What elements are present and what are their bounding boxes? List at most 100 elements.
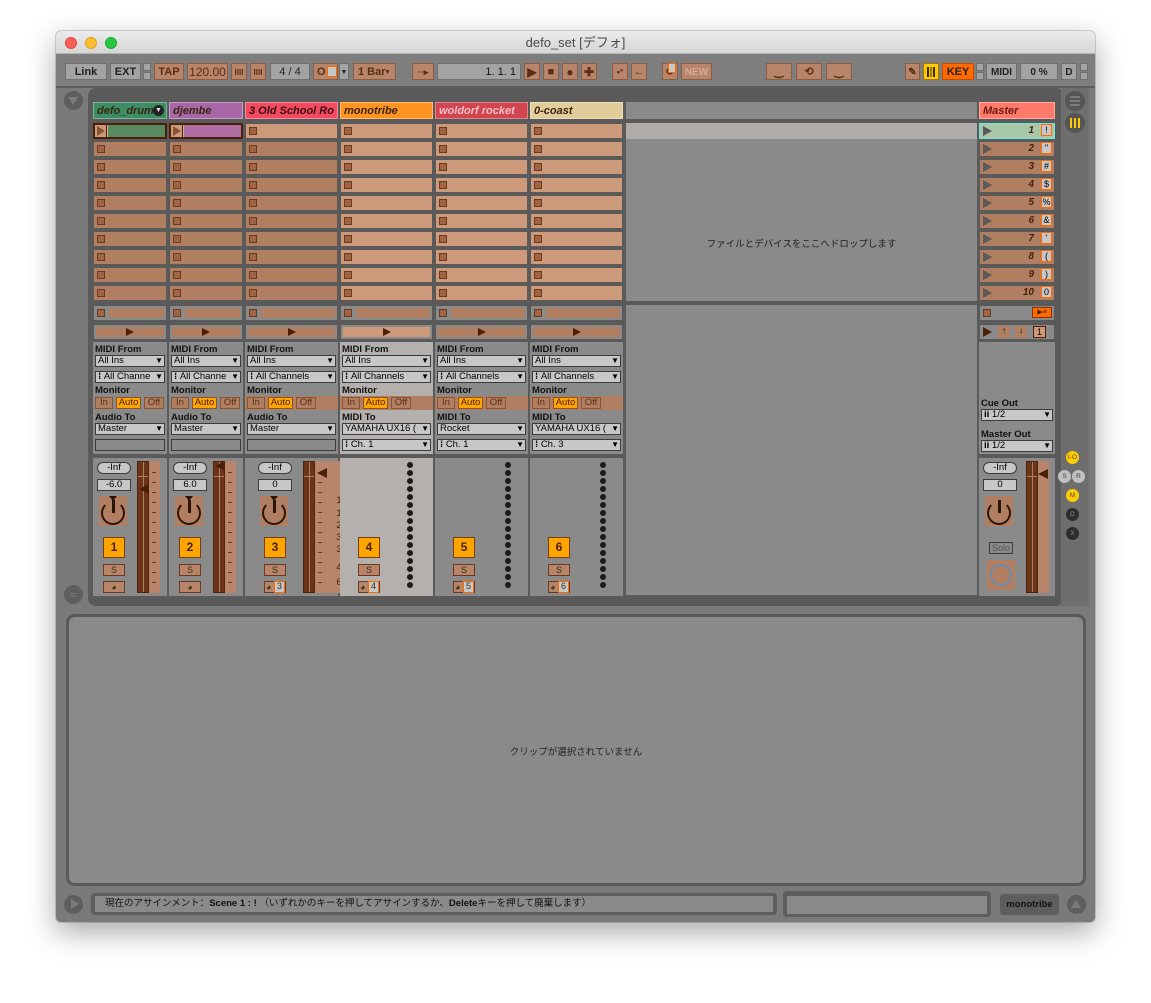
clip-slot[interactable]: [530, 267, 623, 283]
track-activator-button[interactable]: 6: [548, 537, 570, 558]
cue-volume-knob[interactable]: [987, 560, 1015, 590]
track-play-status[interactable]: [172, 327, 240, 337]
midi-from-dropdown[interactable]: All Ins ▼: [95, 355, 165, 367]
output-dropdown[interactable]: Rocket ▼: [437, 423, 526, 435]
clip-launch-button[interactable]: [95, 125, 107, 137]
master-out-dropdown[interactable]: ii 1/2 ▼: [981, 440, 1053, 452]
clip-slot[interactable]: [340, 177, 433, 193]
cue-out-dropdown[interactable]: ii 1/2 ▼: [981, 409, 1053, 421]
arm-button[interactable]: ◕: [179, 581, 201, 593]
scene-launch[interactable]: 4 $: [979, 177, 1055, 193]
clip-slot[interactable]: [93, 267, 167, 283]
scene-launch[interactable]: 10 0: [979, 285, 1055, 301]
output-channel-dropdown[interactable]: ⁞ Ch. 1 ▼: [342, 439, 431, 451]
track-activator-button[interactable]: 2: [179, 537, 201, 558]
clip-slot[interactable]: [530, 123, 623, 139]
clip-slot[interactable]: [245, 141, 338, 157]
clip-slot[interactable]: [530, 195, 623, 211]
pan-knob[interactable]: [260, 496, 288, 526]
monitor-in-button[interactable]: In: [437, 397, 455, 409]
monitor-auto-button[interactable]: Auto: [268, 397, 293, 409]
track-activator-button[interactable]: 5: [453, 537, 475, 558]
computer-midi-keyboard-button[interactable]: [923, 63, 939, 80]
scene-launch[interactable]: 7 ': [979, 231, 1055, 247]
clip-slot[interactable]: [530, 249, 623, 265]
scene-launch[interactable]: 9 ): [979, 267, 1055, 283]
arrangement-position-field[interactable]: 1. 1. 1: [437, 63, 521, 80]
clip-slot[interactable]: [93, 213, 167, 229]
nudge-up-button[interactable]: IIII: [250, 63, 266, 80]
clip-slot[interactable]: [435, 177, 528, 193]
clip-slot[interactable]: [169, 159, 243, 175]
clip-slot[interactable]: [530, 141, 623, 157]
solo-button[interactable]: S: [103, 564, 125, 576]
draw-mode-button[interactable]: ✎: [905, 63, 920, 80]
monitor-in-button[interactable]: In: [247, 397, 265, 409]
arrangement-view-button[interactable]: [1065, 91, 1085, 111]
monitor-in-button[interactable]: In: [532, 397, 550, 409]
quantization-menu[interactable]: 1 Bar ▼: [353, 63, 396, 80]
clip-slot[interactable]: [93, 159, 167, 175]
scene-launch[interactable]: 3 #: [979, 159, 1055, 175]
clip-slot[interactable]: [530, 213, 623, 229]
clip-slot[interactable]: [340, 195, 433, 211]
monitor-auto-button[interactable]: Auto: [553, 397, 578, 409]
clip-slot[interactable]: [530, 285, 623, 301]
solo-button[interactable]: S: [548, 564, 570, 576]
volume-readout[interactable]: -Inf: [173, 462, 207, 474]
clip-slot[interactable]: [245, 213, 338, 229]
volume-readout[interactable]: -Inf: [97, 462, 131, 474]
clip-slot[interactable]: [245, 177, 338, 193]
pan-knob[interactable]: [175, 496, 203, 526]
output-channel-dropdown[interactable]: ⁞ Ch. 1 ▼: [437, 439, 526, 451]
solo-cue-button[interactable]: Solo: [989, 542, 1013, 554]
pan-readout[interactable]: 0: [258, 479, 292, 491]
track-activator-button[interactable]: 4: [358, 537, 380, 558]
monitor-auto-button[interactable]: Auto: [363, 397, 388, 409]
follow-button[interactable]: ··▸: [412, 63, 434, 80]
midi-from-dropdown[interactable]: All Ins ▼: [342, 355, 431, 367]
track-play-status[interactable]: [343, 327, 430, 337]
volume-fader[interactable]: [149, 461, 160, 593]
new-clip-button[interactable]: NEW: [681, 63, 712, 80]
midi-from-dropdown[interactable]: All Ins ▼: [171, 355, 241, 367]
clip[interactable]: [169, 123, 243, 139]
monitor-in-button[interactable]: In: [342, 397, 360, 409]
arrow-down-icon[interactable]: ↓: [1015, 326, 1027, 338]
output-dropdown[interactable]: Master ▼: [95, 423, 165, 435]
clip-stop-button[interactable]: [173, 309, 181, 317]
zoom-window-button[interactable]: [105, 37, 117, 49]
scene-launch[interactable]: 1 !: [979, 123, 1055, 139]
key-assign-badge[interactable]: 1: [1033, 326, 1046, 338]
solo-button[interactable]: S: [358, 564, 380, 576]
midi-channel-dropdown[interactable]: ⁞ All Channe ▼: [95, 371, 165, 383]
monitor-auto-button[interactable]: Auto: [192, 397, 217, 409]
track-activator-button[interactable]: 3: [264, 537, 286, 558]
show-info-view-button[interactable]: [64, 895, 83, 914]
clip-slot[interactable]: [340, 141, 433, 157]
scene-launch[interactable]: 2 ": [979, 141, 1055, 157]
time-signature-field[interactable]: 4 / 4: [270, 63, 310, 80]
master-pan-readout[interactable]: 0: [983, 479, 1017, 491]
automation-arm-button[interactable]: •°: [612, 63, 628, 80]
master-volume-fader[interactable]: [1038, 461, 1049, 593]
midi-map-mode-button[interactable]: MIDI: [986, 63, 1017, 80]
clip-slot[interactable]: [435, 267, 528, 283]
tap-tempo-button[interactable]: TAP: [154, 63, 184, 80]
pan-readout[interactable]: 6.0: [173, 479, 207, 491]
drop-zone-mixer[interactable]: [626, 305, 977, 595]
clip-slot[interactable]: [435, 195, 528, 211]
hide-browser-button[interactable]: [64, 91, 83, 110]
clip-slot[interactable]: [435, 213, 528, 229]
clip-slot[interactable]: [340, 159, 433, 175]
clip-slot[interactable]: [93, 141, 167, 157]
clip-slot[interactable]: [245, 195, 338, 211]
scene-launch[interactable]: 5 %: [979, 195, 1055, 211]
solo-button[interactable]: S: [179, 564, 201, 576]
clip-stop-button[interactable]: [439, 309, 447, 317]
clip-slot[interactable]: [245, 249, 338, 265]
clip-slot[interactable]: [245, 267, 338, 283]
clip-slot[interactable]: [93, 249, 167, 265]
clip-slot[interactable]: [245, 231, 338, 247]
record-button[interactable]: ●: [562, 63, 578, 80]
